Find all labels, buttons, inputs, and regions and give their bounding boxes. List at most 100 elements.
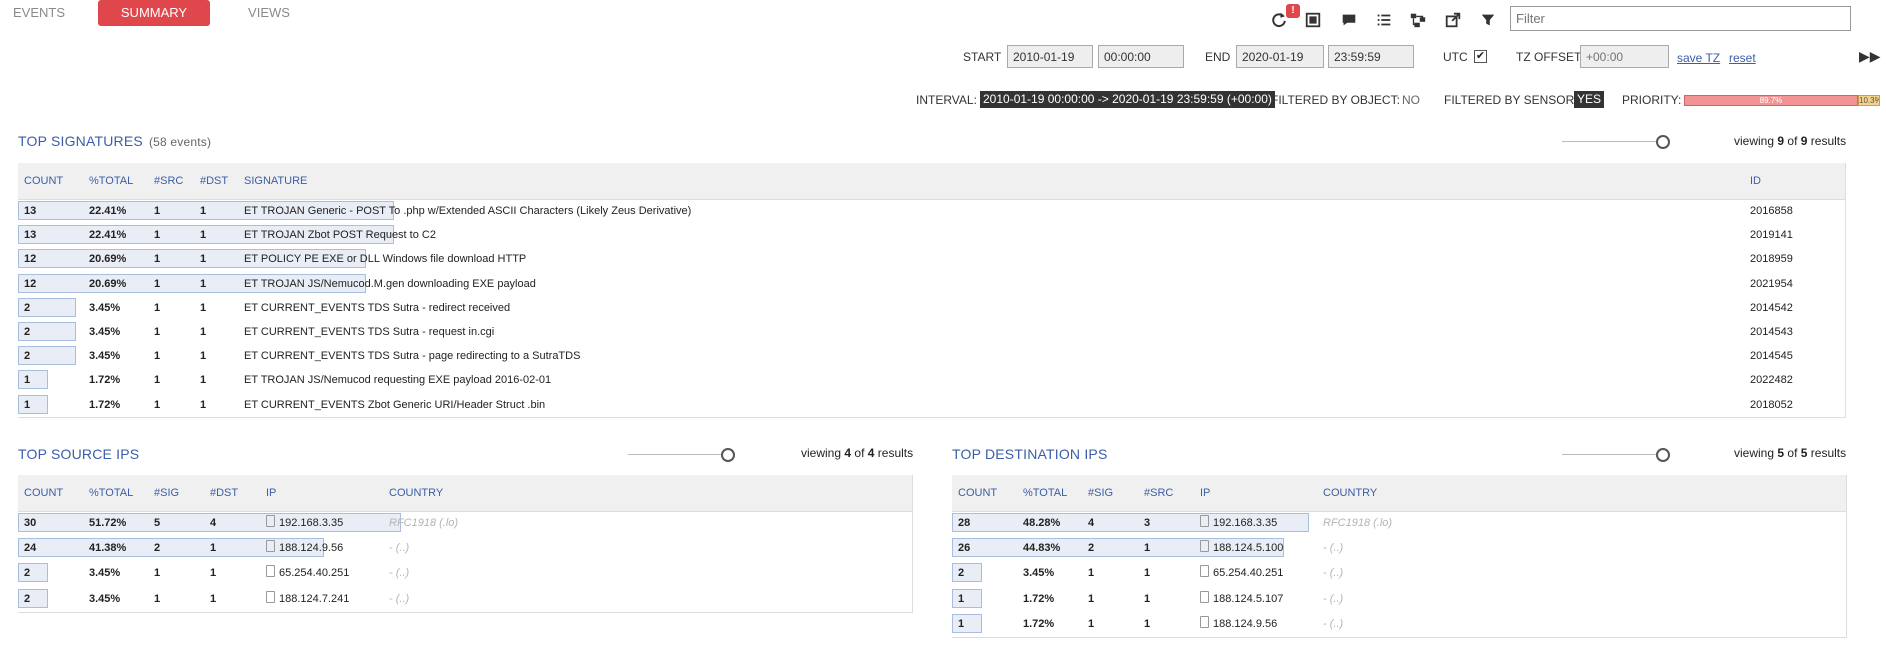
signature-cell: ET TROJAN JS/Nemucod.M.gen downloading E… [244, 277, 536, 290]
table-row[interactable]: 13 22.41% 1 1 ET TROJAN Zbot POST Request to… [18, 224, 1846, 246]
copy-icon[interactable] [1200, 515, 1209, 527]
tab-events[interactable]: EVENTS [0, 0, 78, 26]
viewing-total: 9 [1800, 134, 1808, 148]
end-time-input[interactable] [1328, 45, 1414, 68]
source-ips-table: COUNT %TOTAL #SIG #DST IP COUNTRY 30 51.72% 5 4 19… [18, 475, 913, 613]
column-header[interactable]: COUNT [24, 475, 63, 511]
src-count-cell: 1 [154, 350, 161, 363]
comment-icon[interactable] [1336, 8, 1362, 32]
copy-icon[interactable] [1200, 615, 1209, 628]
start-time-input[interactable] [1098, 45, 1184, 68]
count-cell: 12 [24, 277, 37, 290]
table-row[interactable]: 2 3.45% 1 1 ET CURRENT_EVENTS TDS Sutra - re… [18, 297, 1846, 319]
ip-text: 188.124.9.56 [279, 542, 344, 555]
copy-icon[interactable] [266, 540, 275, 553]
fast-forward-icon[interactable]: ▶▶ [1859, 48, 1881, 65]
table-row[interactable]: 1 1.72% 1 1 188.124.9.56 - (..) [952, 613, 1847, 635]
ip-cell: 188.124.9.56 [1200, 613, 1277, 635]
signatures-slider-handle[interactable] [1656, 135, 1670, 149]
end-date-input[interactable] [1236, 45, 1324, 68]
table-row[interactable]: 13 22.41% 1 1 ET TROJAN Generic - POST To .p… [18, 200, 1846, 222]
column-header[interactable]: COUNTRY [1323, 475, 1377, 511]
ip-cell: 188.124.7.241 [266, 588, 349, 610]
utc-checkbox[interactable]: ✔ [1474, 50, 1487, 63]
table-row[interactable]: 24 41.38% 2 1 188.124.9.56 - (..) [18, 537, 913, 559]
fullscreen-icon[interactable] [1300, 8, 1326, 32]
percent-cell: 1.72% [1023, 617, 1055, 630]
filtered-object-label: FILTERED BY OBJECT: [1271, 93, 1400, 107]
end-label: END [1205, 50, 1231, 64]
table-row[interactable]: 2 3.45% 1 1 ET CURRENT_EVENTS TDS Sutra - re… [18, 321, 1846, 343]
external-link-icon[interactable] [1440, 8, 1466, 32]
tab-views[interactable]: VIEWS [230, 0, 308, 26]
column-header[interactable]: IP [266, 475, 276, 511]
table-row[interactable]: 12 20.69% 1 1 ET TROJAN JS/Nemucod.M.gen dow… [18, 273, 1846, 295]
column-header[interactable]: ID [1750, 163, 1761, 199]
copy-icon[interactable] [1200, 565, 1209, 578]
country-cell: - (..) [1323, 567, 1344, 580]
viewing-total: 4 [867, 446, 875, 460]
sig-count-cell: 2 [154, 542, 161, 555]
source-slider-handle[interactable] [721, 448, 735, 462]
table-row[interactable]: 26 44.83% 2 1 188.124.5.100 - (..) [952, 537, 1847, 559]
column-header[interactable]: #SIG [154, 475, 179, 511]
tab-summary[interactable]: SUMMARY [98, 0, 210, 26]
copy-icon[interactable] [266, 515, 275, 527]
column-header[interactable]: %TOTAL [89, 475, 133, 511]
reset-link[interactable]: reset [1729, 51, 1756, 65]
table-row[interactable]: 28 48.28% 4 3 192.168.3.35 RFC1918 (.lo) [952, 512, 1847, 534]
copy-icon[interactable] [266, 590, 275, 603]
share-icon[interactable] [1405, 8, 1431, 32]
source-slider-track[interactable] [628, 454, 728, 455]
column-header[interactable]: %TOTAL [1023, 475, 1067, 511]
viewing-prefix: viewing [1734, 446, 1775, 460]
column-header[interactable]: COUNT [24, 163, 63, 199]
id-cell: 2021954 [1750, 277, 1793, 290]
tz-offset-input[interactable] [1580, 45, 1669, 68]
list-icon[interactable] [1371, 8, 1397, 32]
column-header[interactable]: #SRC [1144, 475, 1173, 511]
count-cell: 2 [24, 350, 31, 363]
start-label: START [963, 50, 1002, 64]
table-row[interactable]: 1 1.72% 1 1 ET TROJAN JS/Nemucod requesting … [18, 369, 1846, 391]
ip-text: 192.168.3.35 [1213, 517, 1278, 529]
table-row[interactable]: 12 20.69% 1 1 ET POLICY PE EXE or DLL Window… [18, 248, 1846, 270]
dest-slider-track[interactable] [1562, 454, 1662, 455]
table-row[interactable]: 1 1.72% 1 1 188.124.5.107 - (..) [952, 588, 1847, 610]
column-header[interactable]: COUNTRY [389, 475, 443, 511]
save-tz-link[interactable]: save TZ [1677, 51, 1720, 65]
priority-low-segment: 10.3% [1858, 95, 1880, 106]
table-row[interactable]: 1 1.72% 1 1 ET CURRENT_EVENTS Zbot Generic U… [18, 394, 1846, 416]
dst-count-cell: 1 [200, 277, 207, 290]
src-count-cell: 3 [1144, 517, 1151, 529]
signatures-slider-track[interactable] [1562, 141, 1662, 142]
table-row[interactable]: 30 51.72% 5 4 192.168.3.35 RFC1918 (.lo) [18, 512, 913, 534]
signatures-event-count: (58 events) [148, 135, 212, 149]
table-row[interactable]: 2 3.45% 1 1 65.254.40.251 - (..) [952, 562, 1847, 584]
signatures-table: COUNT %TOTAL #SRC #DST SIGNATURE ID 13 22.41% 1 1… [18, 163, 1846, 418]
source-viewing-count: viewing 4 of 4 results [801, 446, 913, 460]
table-row[interactable]: 2 3.45% 1 1 188.124.7.241 - (..) [18, 588, 913, 610]
filter-input[interactable] [1510, 6, 1851, 31]
copy-icon[interactable] [1200, 540, 1209, 553]
percent-bar [18, 370, 48, 390]
dest-slider-handle[interactable] [1656, 448, 1670, 462]
sig-count-cell: 1 [1088, 567, 1095, 580]
column-header[interactable]: IP [1200, 475, 1210, 511]
table-header: COUNT %TOTAL #SIG #SRC IP COUNTRY [952, 475, 1847, 512]
copy-icon[interactable] [1200, 590, 1209, 603]
column-header[interactable]: %TOTAL [89, 163, 133, 199]
column-header[interactable]: SIGNATURE [244, 163, 307, 199]
country-cell: - (..) [389, 592, 410, 605]
src-count-cell: 1 [154, 374, 161, 387]
column-header[interactable]: #SRC [154, 163, 183, 199]
column-header[interactable]: #DST [210, 475, 238, 511]
start-date-input[interactable] [1007, 45, 1093, 68]
column-header[interactable]: COUNT [958, 475, 997, 511]
filter-icon[interactable] [1475, 8, 1501, 32]
table-row[interactable]: 2 3.45% 1 1 65.254.40.251 - (..) [18, 562, 913, 584]
column-header[interactable]: #DST [200, 163, 228, 199]
column-header[interactable]: #SIG [1088, 475, 1113, 511]
copy-icon[interactable] [266, 565, 275, 578]
table-row[interactable]: 2 3.45% 1 1 ET CURRENT_EVENTS TDS Sutra - pa… [18, 345, 1846, 367]
